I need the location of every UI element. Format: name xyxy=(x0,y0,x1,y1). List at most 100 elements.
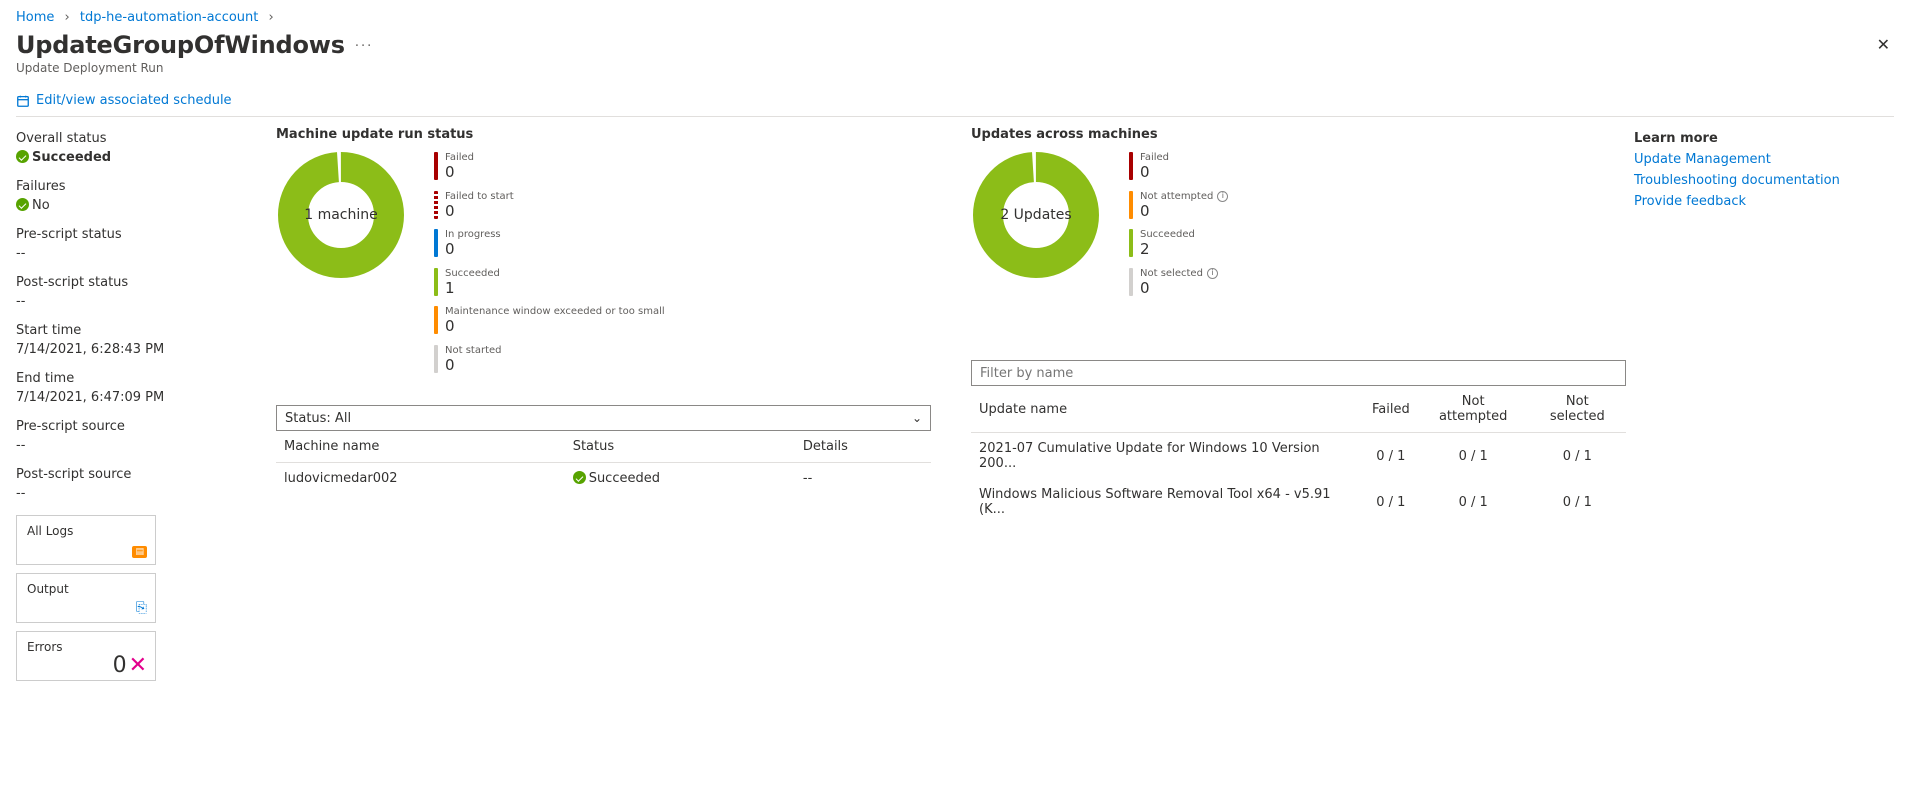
table-row[interactable]: ludovicmedar002 Succeeded -- xyxy=(276,463,931,495)
learn-more-panel: Learn more Update Management Troubleshoo… xyxy=(1634,127,1894,681)
pre-script-source-value: -- xyxy=(16,438,268,453)
stat-value: 0 xyxy=(1140,164,1169,181)
output-tile[interactable]: Output ⎘ xyxy=(16,573,156,623)
th-not-selected[interactable]: Not selected xyxy=(1529,386,1626,433)
success-icon xyxy=(16,150,29,163)
stat-value: 2 xyxy=(1140,241,1195,258)
stat-item: In progress0 xyxy=(434,229,665,258)
errors-tile[interactable]: Errors 0✕ xyxy=(16,631,156,681)
th-update-name[interactable]: Update name xyxy=(971,386,1364,433)
end-time-label: End time xyxy=(16,371,268,386)
machine-status-title: Machine update run status xyxy=(276,127,931,142)
stat-item: Failed0 xyxy=(1129,152,1228,181)
stat-item: Failed0 xyxy=(434,152,665,181)
failures-label: Failures xyxy=(16,179,268,194)
breadcrumb-account[interactable]: tdp-he-automation-account xyxy=(80,10,259,25)
stat-color-bar xyxy=(1129,191,1133,219)
calendar-icon xyxy=(16,94,30,108)
stat-item: Maintenance window exceeded or too small… xyxy=(434,306,665,335)
success-icon xyxy=(16,198,29,211)
stat-name: Not attemptedi xyxy=(1140,191,1228,202)
stat-value: 1 xyxy=(445,280,500,297)
machine-stats: Failed0Failed to start0In progress0Succe… xyxy=(434,150,665,373)
link-troubleshooting[interactable]: Troubleshooting documentation xyxy=(1634,173,1894,188)
chevron-right-icon: › xyxy=(269,10,274,25)
td-machine-details: -- xyxy=(795,463,931,495)
output-icon: ⎘ xyxy=(136,600,147,616)
end-time-value: 7/14/2021, 6:47:09 PM xyxy=(16,390,268,405)
breadcrumb: Home › tdp-he-automation-account › xyxy=(16,8,1894,31)
td-na: 0 / 1 xyxy=(1418,479,1529,525)
overall-status-label: Overall status xyxy=(16,131,268,146)
info-icon[interactable]: i xyxy=(1217,191,1228,202)
stat-value: 0 xyxy=(1140,280,1218,297)
th-machine-status[interactable]: Status xyxy=(565,431,795,463)
machine-donut-chart: 1 machine xyxy=(276,150,406,280)
stat-item: Failed to start0 xyxy=(434,191,665,220)
more-icon[interactable]: ··· xyxy=(355,31,373,54)
chevron-down-icon: ⌄ xyxy=(912,411,922,425)
stat-color-bar xyxy=(1129,268,1133,296)
failures-value: No xyxy=(16,198,268,213)
updates-table: Update name Failed Not attempted Not sel… xyxy=(971,386,1626,525)
output-label: Output xyxy=(27,582,69,596)
table-row[interactable]: Windows Malicious Software Removal Tool … xyxy=(971,479,1626,525)
th-not-attempted[interactable]: Not attempted xyxy=(1418,386,1529,433)
td-ns: 0 / 1 xyxy=(1529,433,1626,480)
th-machine-details[interactable]: Details xyxy=(795,431,931,463)
td-machine-name: ludovicmedar002 xyxy=(276,463,565,495)
start-time-value: 7/14/2021, 6:28:43 PM xyxy=(16,342,268,357)
breadcrumb-home[interactable]: Home xyxy=(16,10,54,25)
td-update-name: Windows Malicious Software Removal Tool … xyxy=(971,479,1364,525)
close-icon[interactable]: ✕ xyxy=(1873,31,1894,58)
stat-name: Maintenance window exceeded or too small xyxy=(445,306,665,317)
stat-name: Failed xyxy=(445,152,474,163)
all-logs-label: All Logs xyxy=(27,524,73,538)
th-failed[interactable]: Failed xyxy=(1364,386,1418,433)
stat-name: Not started xyxy=(445,345,502,356)
all-logs-tile[interactable]: All Logs ▤ xyxy=(16,515,156,565)
stat-name: Failed xyxy=(1140,152,1169,163)
machines-table: Machine name Status Details ludovicmedar… xyxy=(276,431,931,494)
pre-script-source-label: Pre-script source xyxy=(16,419,268,434)
stat-item: Not attemptedi0 xyxy=(1129,191,1228,220)
info-icon[interactable]: i xyxy=(1207,268,1218,279)
th-machine-name[interactable]: Machine name xyxy=(276,431,565,463)
page-title: UpdateGroupOfWindows xyxy=(16,31,345,59)
updates-donut-chart: 2 Updates xyxy=(971,150,1101,280)
stat-name: Failed to start xyxy=(445,191,514,202)
stat-value: 0 xyxy=(445,357,502,374)
link-feedback[interactable]: Provide feedback xyxy=(1634,194,1894,209)
stat-name: Succeeded xyxy=(445,268,500,279)
td-update-name: 2021-07 Cumulative Update for Windows 10… xyxy=(971,433,1364,480)
stat-item: Not selectedi0 xyxy=(1129,268,1228,297)
stat-name: In progress xyxy=(445,229,501,240)
updates-title: Updates across machines xyxy=(971,127,1626,142)
edit-schedule-link[interactable]: Edit/view associated schedule xyxy=(36,93,232,108)
logs-icon: ▤ xyxy=(132,546,147,558)
stat-color-bar xyxy=(434,152,438,180)
td-failed: 0 / 1 xyxy=(1364,479,1418,525)
pre-script-status-value: -- xyxy=(16,246,268,261)
toolbar: Edit/view associated schedule xyxy=(16,93,1894,117)
machine-donut-label: 1 machine xyxy=(276,150,406,280)
overall-status-value: Succeeded xyxy=(16,150,268,165)
error-x-icon: ✕ xyxy=(129,653,147,678)
pre-script-status-label: Pre-script status xyxy=(16,227,268,242)
table-row[interactable]: 2021-07 Cumulative Update for Windows 10… xyxy=(971,433,1626,480)
td-failed: 0 / 1 xyxy=(1364,433,1418,480)
stat-color-bar xyxy=(434,191,438,219)
updates-stats: Failed0Not attemptedi0Succeeded2Not sele… xyxy=(1129,150,1228,296)
status-filter[interactable]: Status: All ⌄ xyxy=(276,405,931,431)
stat-color-bar xyxy=(434,345,438,373)
name-filter[interactable] xyxy=(971,360,1626,386)
td-na: 0 / 1 xyxy=(1418,433,1529,480)
page-subtitle: Update Deployment Run xyxy=(16,61,345,75)
stat-value: 0 xyxy=(445,164,474,181)
stat-name: Not selectedi xyxy=(1140,268,1218,279)
post-script-source-label: Post-script source xyxy=(16,467,268,482)
edit-schedule-label: Edit/view associated schedule xyxy=(36,93,232,108)
link-update-management[interactable]: Update Management xyxy=(1634,152,1894,167)
name-filter-input[interactable] xyxy=(980,366,1617,381)
success-icon xyxy=(573,471,586,484)
